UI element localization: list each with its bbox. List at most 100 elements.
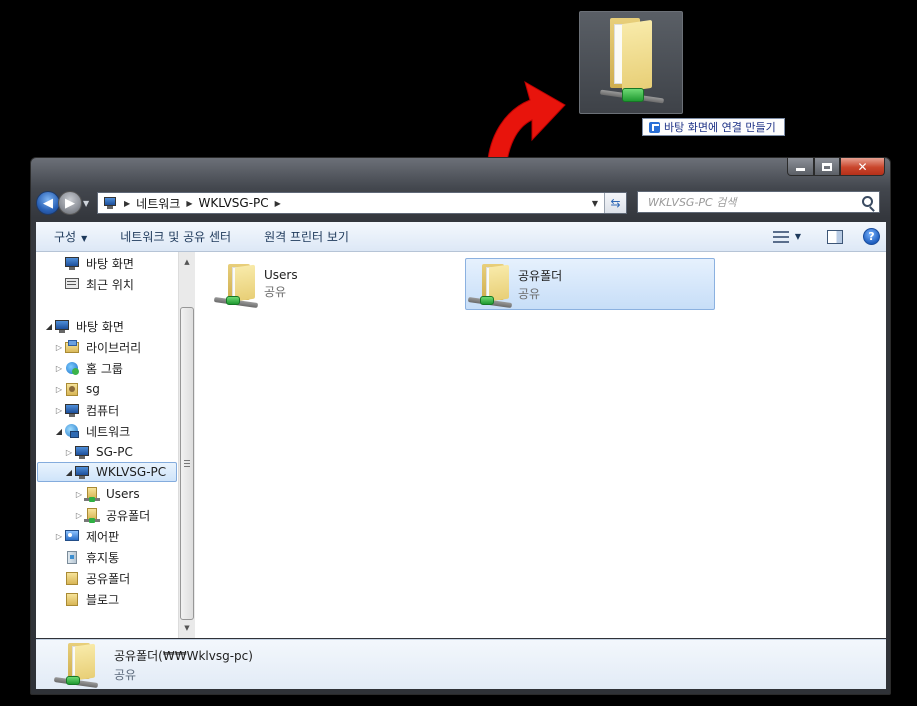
navigation-scrollbar[interactable]: ▲ ▼ xyxy=(178,252,195,638)
view-options-chevron-icon[interactable]: ▼ xyxy=(795,232,801,241)
collapsed-triangle-icon[interactable]: ▷ xyxy=(54,532,64,541)
nav-label: 바탕 화면 xyxy=(86,256,134,271)
maximize-icon xyxy=(822,162,832,171)
collapsed-triangle-icon[interactable]: ▷ xyxy=(54,343,64,352)
nav-label: 컴퓨터 xyxy=(86,403,120,418)
content-area: 바탕 화면 최근 위치 ◢ 바탕 화면 ▷ 라이브러리 ▷ 홈 그룹 ▷ sg … xyxy=(36,252,886,638)
search-input[interactable] xyxy=(648,195,848,209)
arrow-right-icon: ▶ xyxy=(65,195,75,211)
file-type: 공유 xyxy=(518,286,541,301)
nav-tree-homegroup[interactable]: ▷ 홈 그룹 xyxy=(54,358,123,378)
nav-tree-sg[interactable]: ▷ sg xyxy=(54,379,100,399)
collapsed-triangle-icon[interactable]: ▷ xyxy=(54,364,64,373)
nav-label: sg xyxy=(86,382,100,396)
desktop-icon xyxy=(64,255,80,271)
search-box xyxy=(637,191,880,213)
control-panel-icon xyxy=(64,528,80,544)
nav-fav-recent[interactable]: 최근 위치 xyxy=(64,274,134,294)
nav-tree-wklvsg-pc[interactable]: ◢ WKLVSG-PC xyxy=(37,462,177,482)
file-item-shared-folder[interactable]: 공유폴더 공유 xyxy=(465,258,715,310)
nav-tree-shared-folder[interactable]: ▷ 공유폴더 xyxy=(74,505,150,525)
nav-tree-computer[interactable]: ▷ 컴퓨터 xyxy=(54,400,119,420)
recent-places-icon xyxy=(64,276,80,292)
nav-tree-desktop[interactable]: ◢ 바탕 화면 xyxy=(44,316,124,336)
scroll-down-icon[interactable]: ▼ xyxy=(179,620,195,636)
title-bar[interactable]: ✕ xyxy=(31,158,890,184)
nav-label: 홈 그룹 xyxy=(86,361,123,376)
nav-label: 공유폴더 xyxy=(86,571,131,586)
nav-fav-desktop[interactable]: 바탕 화면 xyxy=(64,253,134,273)
user-folder-icon xyxy=(64,381,80,397)
nav-tree-control-panel[interactable]: ▷ 제어판 xyxy=(54,526,119,546)
recent-pages-button[interactable]: ▼ xyxy=(83,199,93,208)
breadcrumb-wklvsg-pc[interactable]: WKLVSG-PC xyxy=(194,193,272,213)
nav-tree-library[interactable]: ▷ 라이브러리 xyxy=(54,337,141,357)
file-list[interactable]: Users 공유 공유폴더 공유 xyxy=(196,252,886,638)
network-sharing-center-button[interactable]: 네트워크 및 공유 센터 xyxy=(102,228,246,245)
arrow-left-icon: ◀ xyxy=(43,195,53,211)
expanded-triangle-icon[interactable]: ◢ xyxy=(44,322,54,331)
nav-label: 휴지통 xyxy=(86,550,120,565)
shortcut-arrow-icon xyxy=(649,121,660,133)
details-pane: 공유폴더(₩₩Wklvsg-pc) 공유 xyxy=(36,639,886,689)
expanded-triangle-icon[interactable]: ◢ xyxy=(64,468,74,477)
tooltip-text: 바탕 화면에 연결 만들기 xyxy=(664,121,776,134)
close-button[interactable]: ✕ xyxy=(840,158,885,176)
refresh-icon: ⇆ xyxy=(610,196,621,210)
refresh-button[interactable]: ⇆ xyxy=(604,193,626,213)
address-dropdown-icon[interactable]: ▼ xyxy=(588,193,602,213)
collapsed-triangle-icon[interactable]: ▷ xyxy=(54,406,64,415)
chevron-down-icon: ▼ xyxy=(83,198,90,208)
breadcrumb-network[interactable]: 네트워크 xyxy=(132,193,184,213)
close-icon: ✕ xyxy=(857,159,868,174)
breadcrumb-chevron-icon[interactable]: ▶ xyxy=(273,199,283,208)
shared-folder-icon xyxy=(466,260,514,309)
shared-folder-icon xyxy=(84,486,100,502)
nav-tree-shared-folder-local[interactable]: 공유폴더 xyxy=(64,568,130,588)
view-remote-printers-button[interactable]: 원격 프린터 보기 xyxy=(246,228,364,245)
scrollbar-thumb[interactable] xyxy=(180,307,194,620)
address-bar[interactable]: ▶ 네트워크 ▶ WKLVSG-PC ▶ ▼ ⇆ xyxy=(97,192,627,214)
collapsed-triangle-icon[interactable]: ▷ xyxy=(54,385,64,394)
nav-tree-sg-pc[interactable]: ▷ SG-PC xyxy=(64,442,133,462)
computer-icon xyxy=(64,402,80,418)
nav-tree-recycle-bin[interactable]: 휴지통 xyxy=(64,547,119,567)
expanded-triangle-icon[interactable]: ◢ xyxy=(54,427,64,436)
change-view-icon[interactable] xyxy=(772,230,789,244)
scroll-up-icon[interactable]: ▲ xyxy=(179,254,195,270)
file-item-users[interactable]: Users 공유 xyxy=(212,258,460,310)
collapsed-triangle-icon[interactable]: ▷ xyxy=(74,490,84,499)
nav-tree-blog[interactable]: 블로그 xyxy=(64,589,119,609)
computer-icon xyxy=(74,444,90,460)
shared-folder-icon xyxy=(599,18,665,104)
recycle-bin-icon xyxy=(64,549,80,565)
navigation-pane[interactable]: 바탕 화면 최근 위치 ◢ 바탕 화면 ▷ 라이브러리 ▷ 홈 그룹 ▷ sg … xyxy=(36,252,178,638)
breadcrumb-chevron-icon[interactable]: ▶ xyxy=(122,199,132,208)
organize-label: 구성 xyxy=(54,230,77,244)
nav-label: 공유폴더 xyxy=(106,508,151,523)
collapsed-triangle-icon[interactable]: ▷ xyxy=(74,511,84,520)
help-icon[interactable]: ? xyxy=(863,228,880,245)
minimize-button[interactable] xyxy=(787,158,814,176)
command-bar: 구성 ▼ 네트워크 및 공유 센터 원격 프린터 보기 ▼ ? xyxy=(36,222,886,252)
search-icon[interactable] xyxy=(862,196,873,207)
nav-label: SG-PC xyxy=(96,445,133,459)
maximize-button[interactable] xyxy=(814,158,840,176)
organize-menu[interactable]: 구성 ▼ xyxy=(36,228,102,245)
nav-tree-network[interactable]: ◢ 네트워크 xyxy=(54,421,130,441)
collapsed-triangle-icon[interactable]: ▷ xyxy=(64,448,74,457)
navigation-bar: ◀ ▶ ▼ ▶ 네트워크 ▶ WKLVSG-PC ▶ ▼ ⇆ xyxy=(36,188,885,218)
minimize-icon xyxy=(796,168,805,171)
preview-pane-icon[interactable] xyxy=(827,229,843,244)
breadcrumb-chevron-icon[interactable]: ▶ xyxy=(184,199,194,208)
back-button[interactable]: ◀ xyxy=(36,191,60,215)
nav-label: 라이브러리 xyxy=(86,340,142,355)
chevron-down-icon: ▼ xyxy=(81,234,88,243)
forward-button[interactable]: ▶ xyxy=(58,191,82,215)
shared-folder-icon xyxy=(84,507,100,523)
file-name: Users xyxy=(264,268,298,282)
nav-tree-users[interactable]: ▷ Users xyxy=(74,484,140,504)
computer-icon xyxy=(74,464,90,480)
nav-label: 블로그 xyxy=(86,592,120,607)
folder-icon xyxy=(64,570,80,586)
